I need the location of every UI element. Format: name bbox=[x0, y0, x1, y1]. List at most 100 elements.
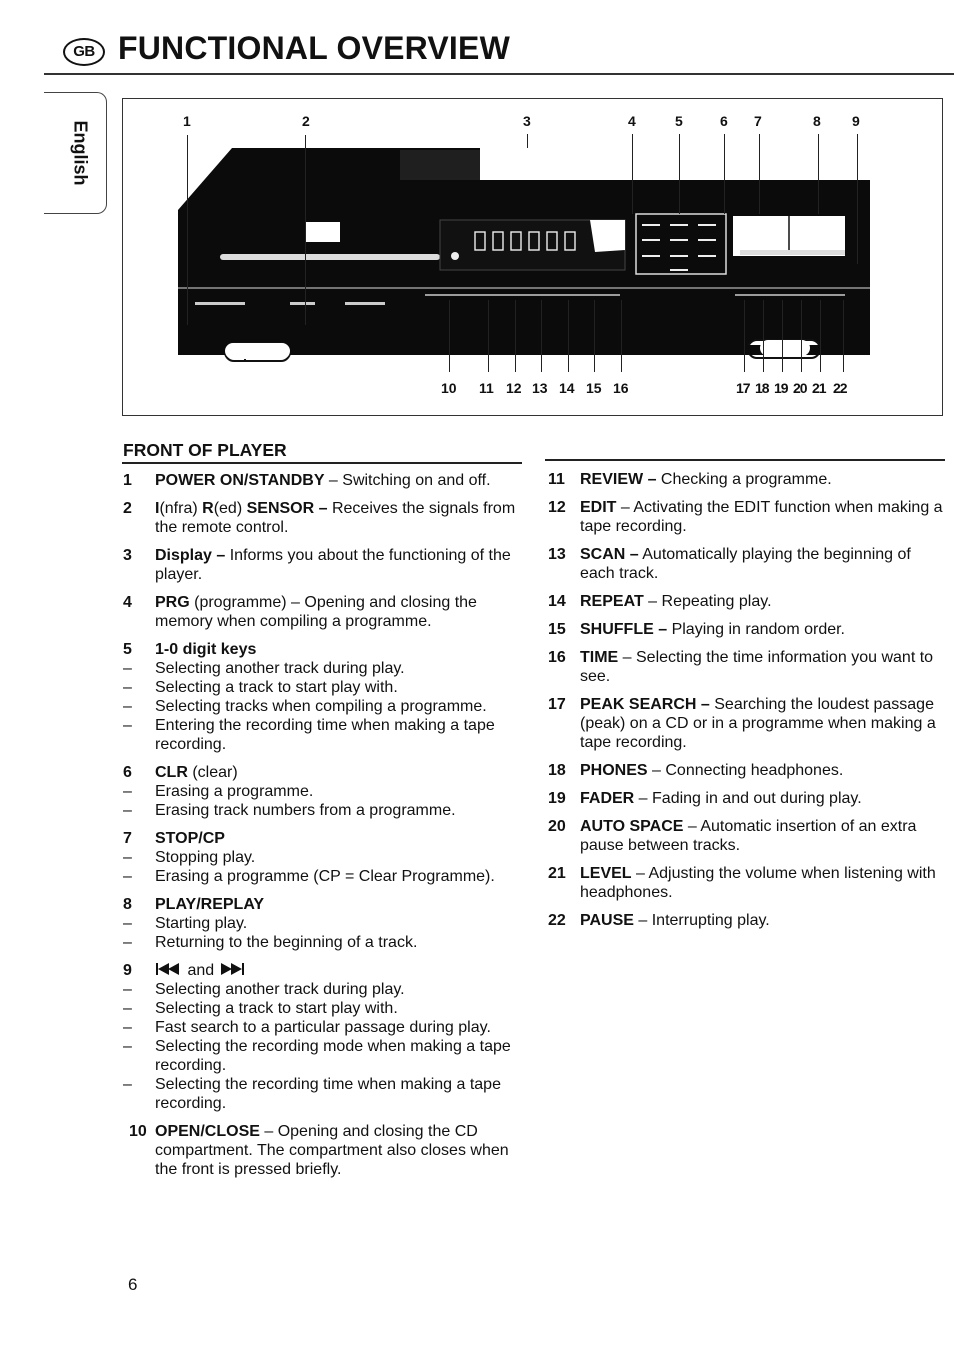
leader-line bbox=[818, 134, 820, 214]
item-keyword: PRG bbox=[155, 594, 190, 611]
item-number: 19 bbox=[548, 790, 566, 807]
item-keyword: TIME bbox=[580, 649, 619, 666]
dash-bullet: – bbox=[123, 934, 132, 951]
sub-item: – Erasing a programme. bbox=[123, 782, 523, 801]
dash-bullet: – bbox=[123, 660, 132, 677]
title-rule bbox=[44, 73, 954, 75]
item-number: 14 bbox=[548, 593, 566, 610]
list-item: 15 SHUFFLE – Playing in random order. bbox=[548, 620, 948, 639]
dash-bullet: – bbox=[123, 1076, 132, 1093]
item-description: – Adjusting the volume when listening wi… bbox=[580, 865, 936, 901]
item-number: 16 bbox=[548, 649, 566, 666]
item-number: 10 bbox=[129, 1123, 147, 1140]
item-number: 8 bbox=[123, 896, 132, 913]
dash-bullet: – bbox=[123, 802, 132, 819]
callout-7: 7 bbox=[754, 113, 762, 129]
page-title: FUNCTIONAL OVERVIEW bbox=[118, 30, 510, 66]
item-number: 6 bbox=[123, 764, 132, 781]
item-number: 13 bbox=[548, 546, 566, 563]
skip-previous-icon bbox=[155, 962, 183, 979]
leader-line bbox=[763, 300, 765, 372]
sub-item-text: Fast search to a particular passage duri… bbox=[155, 1019, 491, 1036]
item-number: 21 bbox=[548, 865, 566, 882]
item-description: Playing in random order. bbox=[667, 621, 845, 638]
list-group: 7 STOP/CP – Stopping play. – Erasing a progra… bbox=[123, 829, 523, 886]
callout-10: 10 bbox=[441, 380, 457, 396]
leader-line bbox=[801, 300, 803, 372]
item-keyword: POWER ON/STANDBY bbox=[155, 472, 325, 489]
sub-item: – Entering the recording time when making… bbox=[123, 716, 523, 754]
list-item: 14 REPEAT – Repeating play. bbox=[548, 592, 948, 611]
item-keyword: LEVEL bbox=[580, 865, 632, 882]
sub-item: – Returning to the beginning of a track. bbox=[123, 933, 523, 952]
callout-15: 15 bbox=[586, 380, 602, 396]
leader-line bbox=[568, 300, 570, 372]
leader-line bbox=[488, 300, 490, 372]
item-description: Checking a programme. bbox=[656, 471, 832, 488]
dash-bullet: – bbox=[123, 849, 132, 866]
callout-20: 20 bbox=[793, 380, 808, 396]
item-number: 3 bbox=[123, 547, 132, 564]
item-description: – Connecting headphones. bbox=[647, 762, 844, 779]
list-item: 19 FADER – Fading in and out during play. bbox=[548, 789, 948, 808]
item-number: 4 bbox=[123, 594, 132, 611]
sub-item-text: Stopping play. bbox=[155, 849, 256, 866]
sub-item-text: Entering the recording time when making … bbox=[155, 717, 495, 753]
item-description: – Switching on and off. bbox=[324, 472, 491, 489]
dash-bullet: – bbox=[123, 915, 132, 932]
item-number: 22 bbox=[548, 912, 566, 929]
item-keyword: Display – bbox=[155, 547, 226, 564]
sub-item-text: Erasing track numbers from a programme. bbox=[155, 802, 456, 819]
item-keyword: FADER bbox=[580, 790, 635, 807]
item-keyword-suffix: (nfra) bbox=[159, 500, 203, 517]
item-keyword: SENSOR bbox=[246, 500, 315, 517]
callout-11: 11 bbox=[479, 380, 494, 396]
sub-item-text: Erasing a programme. bbox=[155, 783, 314, 800]
item-description: – Selecting the time information you wan… bbox=[580, 649, 934, 685]
leader-line bbox=[782, 300, 784, 372]
dash-bullet: – bbox=[123, 717, 132, 734]
sub-item: – Selecting a track to start play with. bbox=[123, 999, 523, 1018]
callout-2: 2 bbox=[302, 113, 310, 129]
list-item: 22 PAUSE – Interrupting play. bbox=[548, 911, 948, 930]
item-keyword: SHUFFLE – bbox=[580, 621, 668, 638]
leader-line bbox=[515, 300, 517, 372]
callout-4: 4 bbox=[628, 113, 636, 129]
group-heading-label: 1-0 digit keys bbox=[155, 641, 257, 658]
sub-item: – Stopping play. bbox=[123, 848, 523, 867]
sub-item: – Selecting another track during play. bbox=[123, 980, 523, 999]
group-heading: 7 STOP/CP bbox=[123, 829, 523, 848]
list-item: 21 LEVEL – Adjusting the volume when list… bbox=[548, 864, 948, 902]
item-number: 17 bbox=[548, 696, 566, 713]
item-number: 5 bbox=[123, 641, 132, 658]
group-heading-suffix: (clear) bbox=[187, 764, 238, 781]
item-description: (programme) – Opening and closing the me… bbox=[155, 594, 477, 630]
list-item: 17 PEAK SEARCH – Searching the loudest pa… bbox=[548, 695, 948, 752]
item-description: – Interrupting play. bbox=[633, 912, 770, 929]
dash-bullet: – bbox=[123, 698, 132, 715]
sub-item-text: Selecting a track to start play with. bbox=[155, 679, 398, 696]
group-heading-label: CLR bbox=[155, 764, 188, 781]
item-keyword: REVIEW – bbox=[580, 471, 657, 488]
list-item: 12 EDIT – Activating the EDIT function wh… bbox=[548, 498, 948, 536]
item-keyword: EDIT bbox=[580, 499, 617, 516]
group-heading: 6 CLR (clear) bbox=[123, 763, 523, 782]
list-group: 6 CLR (clear) – Erasing a programme. – Erasin… bbox=[123, 763, 523, 820]
callout-22: 22 bbox=[833, 380, 848, 396]
list-item: 10 OPEN/CLOSE – Opening and closing the … bbox=[123, 1122, 523, 1179]
callout-5: 5 bbox=[675, 113, 683, 129]
language-tab-label: English bbox=[70, 120, 91, 186]
sub-item-text: Selecting a track to start play with. bbox=[155, 1000, 398, 1017]
list-item: 3 Display – Informs you about the functi… bbox=[123, 546, 523, 584]
item-keyword-suffix: – bbox=[314, 500, 332, 517]
leader-line bbox=[305, 135, 306, 325]
leader-line bbox=[187, 135, 189, 325]
sub-item: – Selecting a track to start play with. bbox=[123, 678, 523, 697]
item-description: – Repeating play. bbox=[643, 593, 772, 610]
leader-line bbox=[820, 300, 822, 372]
sub-item-text: Returning to the beginning of a track. bbox=[155, 934, 418, 951]
page-number: 6 bbox=[128, 1275, 138, 1294]
leader-line bbox=[621, 300, 623, 372]
list-group: 9 and – Selecting another track during pl… bbox=[123, 961, 523, 1113]
sub-item-text: Starting play. bbox=[155, 915, 248, 932]
